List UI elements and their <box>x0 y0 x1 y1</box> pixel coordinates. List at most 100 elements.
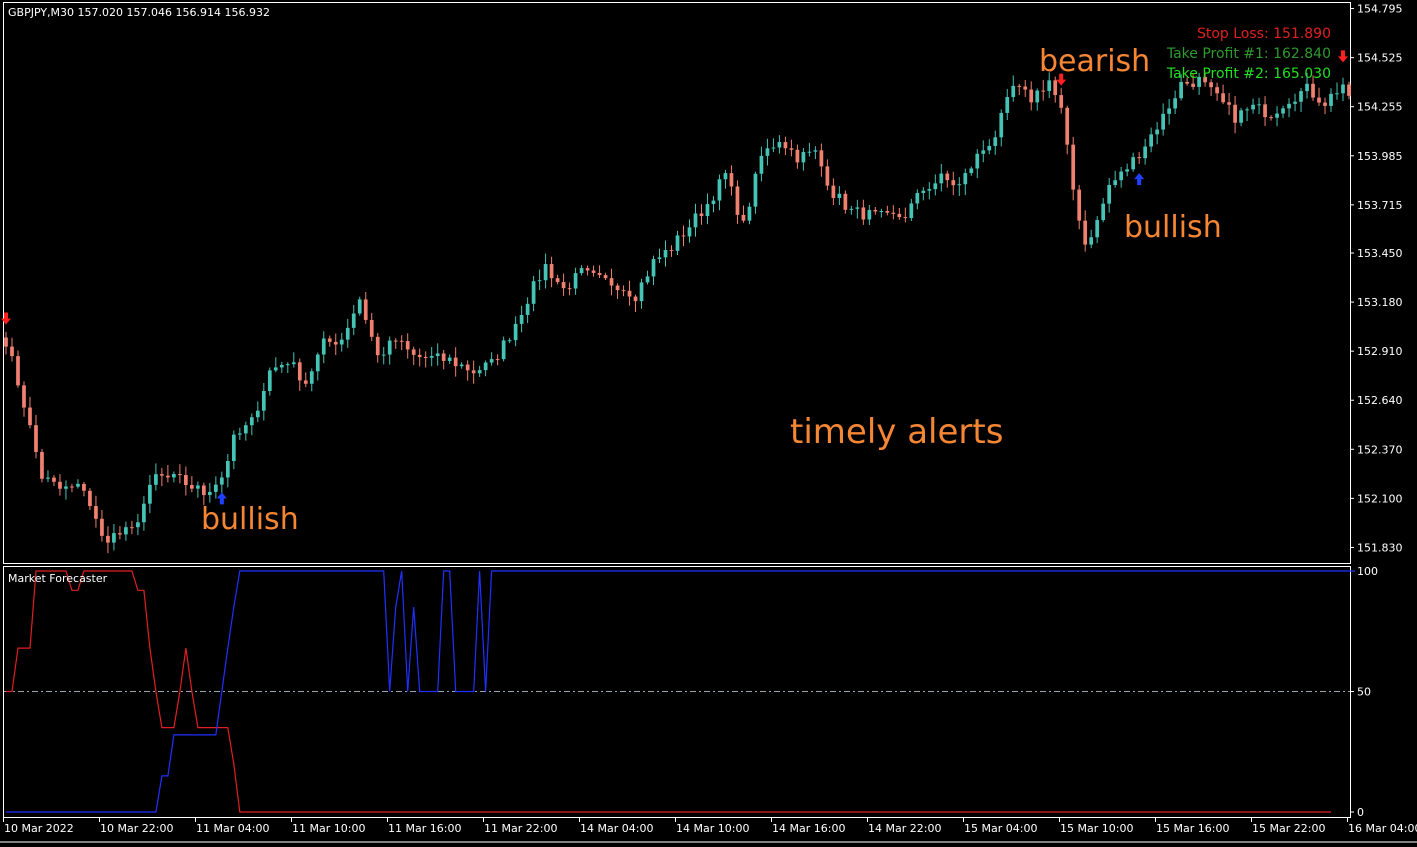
candle-body <box>939 174 943 184</box>
candle-body <box>760 156 764 174</box>
candle-body <box>748 207 752 221</box>
candle-body <box>1245 109 1249 110</box>
candle-body <box>1089 237 1093 244</box>
candle-body <box>406 341 410 349</box>
candle-body <box>52 478 56 482</box>
candle-body <box>586 268 590 270</box>
candle-body <box>963 173 967 184</box>
candle-body <box>826 166 830 185</box>
candle-body <box>298 362 302 380</box>
candle-body <box>358 299 362 313</box>
candle-body <box>1341 85 1345 94</box>
candle-body <box>981 150 985 153</box>
time-tick-label: 15 Mar 10:00 <box>1060 822 1133 835</box>
chart-background <box>0 0 1417 843</box>
candle-body <box>1047 80 1051 91</box>
candle-body <box>148 485 152 504</box>
candle-body <box>670 250 674 251</box>
time-tick-label: 11 Mar 04:00 <box>196 822 269 835</box>
candle-body <box>975 154 979 169</box>
candle-body <box>442 353 446 361</box>
candle-body <box>484 363 488 371</box>
candle-body <box>40 452 44 479</box>
candle-body <box>472 370 476 373</box>
candle-body <box>178 474 182 475</box>
candle-body <box>754 174 758 207</box>
time-tick-label: 14 Mar 22:00 <box>868 822 941 835</box>
candle-body <box>1059 95 1063 108</box>
candle-body <box>1329 94 1333 106</box>
candle-body <box>280 365 284 368</box>
take-profit-2-label: Take Profit #2: 165.030 <box>1166 66 1331 82</box>
candle-body <box>736 186 740 214</box>
candle-body <box>388 341 392 355</box>
candle-body <box>628 291 632 297</box>
candle-body <box>166 476 170 478</box>
candle-body <box>700 213 704 216</box>
candle-body <box>832 186 836 198</box>
annotation-bullish-left: bullish <box>201 502 299 537</box>
candle-body <box>550 264 554 278</box>
candle-body <box>1269 117 1273 118</box>
candle-body <box>28 408 32 426</box>
candle-body <box>262 391 266 411</box>
candle-body <box>1257 104 1261 105</box>
candle-body <box>352 314 356 328</box>
candle-body <box>1191 84 1195 87</box>
candle-body <box>1101 204 1105 220</box>
candle-body <box>1137 157 1141 158</box>
candle-body <box>1323 103 1327 106</box>
candle-body <box>232 435 236 461</box>
candle-body <box>927 189 931 191</box>
price-tick-label: 154.525 <box>1357 52 1403 65</box>
annotation-bearish: bearish <box>1039 44 1150 79</box>
candle-body <box>592 270 596 272</box>
chart-canvas[interactable]: 154.795154.525154.255153.985153.715153.4… <box>0 0 1417 843</box>
candle-body <box>652 259 656 276</box>
candle-body <box>226 461 230 477</box>
candle-body <box>292 362 296 364</box>
price-tick-label: 154.795 <box>1357 3 1403 16</box>
candle-body <box>1041 91 1045 92</box>
candle-body <box>256 411 260 418</box>
candle-body <box>766 148 770 156</box>
price-tick-label: 153.985 <box>1357 150 1403 163</box>
candle-body <box>118 533 122 534</box>
candle-body <box>1335 93 1339 94</box>
candle-body <box>1053 80 1057 95</box>
time-tick-label: 14 Mar 04:00 <box>580 822 653 835</box>
candle-body <box>1149 134 1153 146</box>
candle-body <box>844 194 848 210</box>
candle-body <box>82 484 86 491</box>
candle-body <box>88 491 92 506</box>
candle-body <box>508 340 512 341</box>
candle-body <box>622 290 626 291</box>
candle-body <box>718 179 722 200</box>
candle-body <box>70 486 74 487</box>
candle-body <box>1011 86 1015 97</box>
candle-body <box>1119 172 1123 181</box>
chart-window[interactable]: 154.795154.525154.255153.985153.715153.4… <box>0 0 1417 843</box>
candle-body <box>130 527 134 528</box>
candle-body <box>196 485 200 488</box>
candle-body <box>598 273 602 275</box>
candle-body <box>658 257 662 259</box>
time-tick-label: 15 Mar 16:00 <box>1156 822 1229 835</box>
candle-body <box>850 209 854 210</box>
candle-body <box>304 380 308 383</box>
indicator-tick-label: 50 <box>1357 686 1371 699</box>
time-tick-label: 14 Mar 16:00 <box>772 822 845 835</box>
candle-body <box>160 474 164 475</box>
candle-body <box>1293 102 1297 104</box>
candle-body <box>1077 190 1081 221</box>
candle-body <box>16 356 20 385</box>
candle-body <box>466 365 470 371</box>
time-tick-label: 10 Mar 22:00 <box>100 822 173 835</box>
candle-body <box>1167 108 1171 113</box>
candle-body <box>340 340 344 345</box>
candle-body <box>568 288 572 289</box>
candle-body <box>1263 104 1267 117</box>
price-tick-label: 152.100 <box>1357 492 1403 505</box>
candle-body <box>526 304 530 315</box>
candle-body <box>1179 82 1183 98</box>
